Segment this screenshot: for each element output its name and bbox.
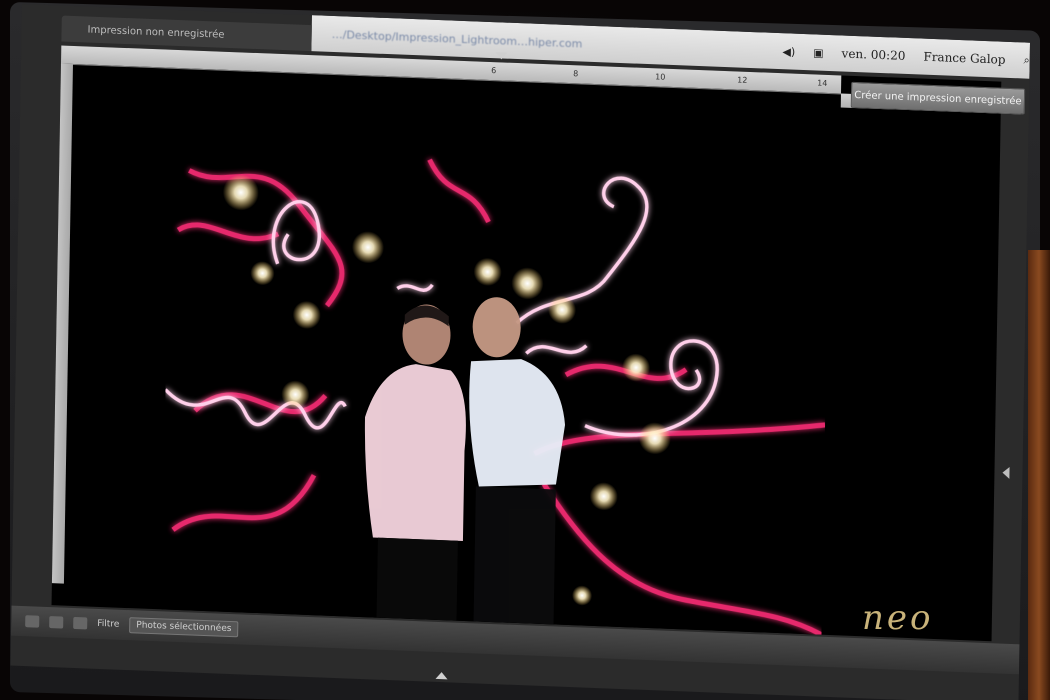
grid-view-icon[interactable] bbox=[25, 615, 40, 628]
panel-title: Impression non enregistrée bbox=[87, 24, 225, 41]
spotlight-icon[interactable]: ⌕ bbox=[1023, 53, 1029, 67]
ruler-tick: 6 bbox=[491, 66, 497, 76]
menubar-user[interactable]: France Galop bbox=[923, 50, 1005, 67]
print-panel-header: Impression non enregistrée bbox=[61, 15, 312, 52]
left-ruler bbox=[51, 63, 73, 584]
screen: …/Desktop/Impression_Lightroom…hiper.com… bbox=[10, 4, 1030, 700]
window-path-text: …/Desktop/Impression_Lightroom…hiper.com bbox=[331, 27, 583, 51]
filmstrip-filter-label: Filtre bbox=[97, 618, 120, 630]
bottom-panel-toggle-icon[interactable] bbox=[435, 671, 448, 680]
photo-scene: …/Desktop/Impression_Lightroom…hiper.com… bbox=[0, 0, 1050, 700]
next-icon[interactable] bbox=[73, 616, 88, 630]
ruler-tick: 14 bbox=[817, 78, 828, 88]
volume-icon[interactable]: ◀) bbox=[782, 45, 795, 58]
right-panel-toggle-icon[interactable] bbox=[1002, 466, 1010, 479]
menubar-clock[interactable]: ven. 00:20 bbox=[841, 46, 905, 62]
display-icon[interactable]: ▣ bbox=[813, 46, 824, 59]
ruler-tick: 8 bbox=[573, 69, 579, 79]
monitor: …/Desktop/Impression_Lightroom…hiper.com… bbox=[0, 0, 1050, 700]
neo-watermark: neo bbox=[862, 598, 934, 638]
top-panel-toggle-icon[interactable] bbox=[495, 52, 508, 60]
prev-icon[interactable] bbox=[49, 616, 64, 629]
print-canvas: 6 8 10 12 14 Créer une impression enregi… bbox=[51, 45, 1026, 642]
ruler-tick: 12 bbox=[737, 75, 748, 85]
filmstrip-selection-dropdown[interactable]: Photos sélectionnées bbox=[129, 617, 239, 638]
print-preview-photo bbox=[161, 109, 831, 635]
create-saved-print-button[interactable]: Créer une impression enregistrée bbox=[850, 81, 1026, 115]
subjects bbox=[364, 297, 566, 625]
light-painting-image bbox=[164, 158, 826, 635]
ruler-tick: 10 bbox=[655, 72, 666, 82]
desk-wood-edge bbox=[1028, 250, 1050, 700]
